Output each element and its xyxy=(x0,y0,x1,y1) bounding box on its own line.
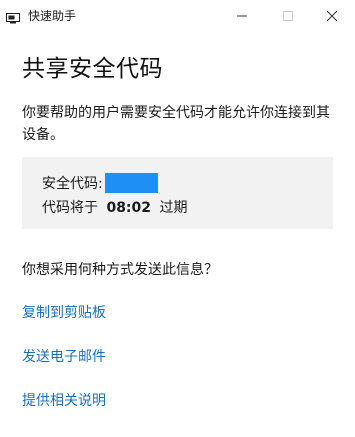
security-code-row: 安全代码: xyxy=(42,173,158,193)
quick-assist-icon xyxy=(6,9,20,24)
send-email-link[interactable]: 发送电子邮件 xyxy=(22,346,106,366)
close-button[interactable] xyxy=(309,0,355,30)
send-method-question: 你想采用何种方式发送此信息？ xyxy=(22,262,218,278)
expiry-prefix: 代码将于 xyxy=(42,200,98,216)
window-title: 快速助手 xyxy=(28,9,77,23)
expiry-suffix: 过期 xyxy=(159,200,188,216)
minimize-button[interactable] xyxy=(219,0,265,30)
security-code-label: 安全代码: xyxy=(42,176,103,192)
close-icon xyxy=(326,6,338,25)
expiry-row: 代码将于 08:02 过期 xyxy=(42,197,187,217)
maximize-button[interactable] xyxy=(265,0,311,30)
security-code-value[interactable] xyxy=(104,173,158,193)
provide-instructions-link[interactable]: 提供相关说明 xyxy=(22,390,106,410)
maximize-icon xyxy=(283,6,293,25)
copy-to-clipboard-link[interactable]: 复制到剪贴板 xyxy=(22,302,106,322)
title-bar: 快速助手 xyxy=(0,0,355,32)
minimize-icon xyxy=(237,6,247,25)
security-code-box: 安全代码: 代码将于 08:02 过期 xyxy=(22,157,333,229)
page-title: 共享安全代码 xyxy=(22,56,163,82)
expiry-time: 08:02 xyxy=(106,200,152,216)
description-text: 你要帮助的用户需要安全代码才能允许你连接到其设备。 xyxy=(22,105,330,143)
